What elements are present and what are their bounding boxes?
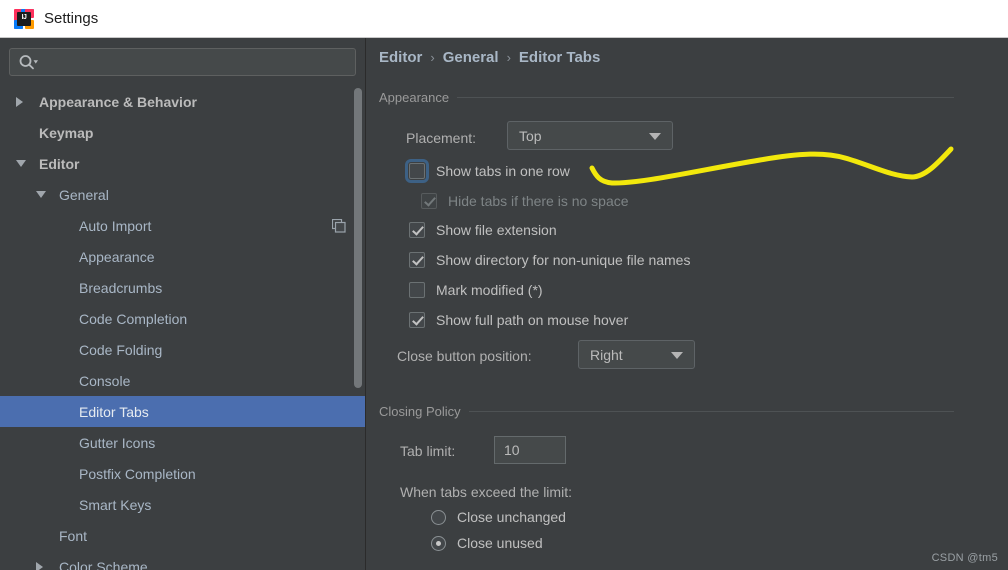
checkbox-label: Mark modified (*) — [436, 282, 543, 298]
radio-close-unused[interactable]: Close unused — [431, 535, 543, 551]
sidebar-item-keymap[interactable]: Keymap — [0, 117, 365, 148]
checkbox-show-tabs-in-one-row[interactable]: Show tabs in one row — [405, 159, 570, 183]
when-tabs-exceed-limit-label: When tabs exceed the limit: — [400, 484, 572, 500]
radio-box[interactable] — [431, 509, 446, 525]
sidebar-item-color-scheme[interactable]: Color Scheme — [0, 551, 365, 570]
intellij-idea-logo-icon: IJ — [14, 8, 34, 29]
checkbox-label: Hide tabs if there is no space — [448, 193, 629, 209]
close-button-position-dropdown[interactable]: Right — [578, 340, 695, 369]
breadcrumb-item-general[interactable]: General — [443, 49, 499, 66]
window-titlebar: IJ Settings — [0, 0, 1008, 38]
section-title: Closing Policy — [379, 404, 461, 419]
sidebar-item-editor[interactable]: Editor — [0, 148, 365, 179]
sidebar-item-appearance[interactable]: Appearance — [0, 241, 365, 272]
checkbox-show-file-extension[interactable]: Show file extension — [409, 222, 557, 238]
sidebar-item-label: General — [59, 186, 109, 203]
chevron-right-icon[interactable] — [16, 96, 23, 107]
breadcrumb-separator-icon: › — [506, 50, 511, 65]
checkbox-box[interactable] — [405, 159, 429, 183]
sidebar-item-label: Keymap — [39, 124, 94, 141]
breadcrumb: Editor › General › Editor Tabs — [379, 49, 600, 66]
search-input[interactable] — [42, 49, 352, 75]
tab-limit-label: Tab limit: — [400, 443, 456, 459]
checkbox-box[interactable] — [409, 312, 425, 328]
sidebar-item-smart-keys[interactable]: Smart Keys — [0, 489, 365, 520]
sidebar-scrollbar-thumb[interactable] — [354, 88, 362, 388]
sidebar-item-general[interactable]: General — [0, 179, 365, 210]
section-appearance-header: Appearance — [379, 90, 954, 105]
sidebar-item-label: Breadcrumbs — [79, 279, 163, 296]
sidebar-item-label: Font — [59, 527, 88, 544]
sidebar-item-code-folding[interactable]: Code Folding — [0, 334, 365, 365]
window-title: Settings — [44, 10, 99, 27]
sidebar-item-label: Code Folding — [79, 341, 163, 358]
copy-icon[interactable] — [332, 219, 346, 233]
checkbox-box[interactable] — [409, 282, 425, 298]
sidebar-item-label: Smart Keys — [79, 496, 152, 513]
radio-box[interactable] — [431, 535, 446, 551]
section-divider — [468, 411, 954, 412]
sidebar-item-label: Appearance — [79, 248, 155, 265]
settings-tree[interactable]: Appearance & Behavior Keymap Editor Gene… — [0, 86, 365, 570]
checkbox-box[interactable] — [409, 222, 425, 238]
close-button-position-label: Close button position: — [397, 348, 532, 364]
breadcrumb-item-editor[interactable]: Editor — [379, 49, 422, 66]
breadcrumb-item-editor-tabs: Editor Tabs — [518, 49, 601, 66]
radio-close-unchanged[interactable]: Close unchanged — [431, 509, 566, 525]
radio-label: Close unchanged — [457, 509, 566, 525]
breadcrumb-separator-icon: › — [430, 50, 435, 65]
sidebar-item-label: Code Completion — [79, 310, 188, 327]
sidebar-item-postfix-completion[interactable]: Postfix Completion — [0, 458, 365, 489]
checkbox-box[interactable] — [409, 252, 425, 268]
sidebar-item-editor-tabs[interactable]: Editor Tabs — [0, 396, 365, 427]
checkbox-label: Show directory for non-unique file names — [436, 252, 691, 268]
chevron-right-icon[interactable] — [36, 561, 43, 570]
placement-label: Placement: — [406, 130, 477, 146]
sidebar-item-auto-import[interactable]: Auto Import — [0, 210, 365, 241]
checkbox-label: Show file extension — [436, 222, 557, 238]
sidebar-item-breadcrumbs[interactable]: Breadcrumbs — [0, 272, 365, 303]
checkbox-label: Show full path on mouse hover — [436, 312, 629, 328]
sidebar-item-label: Editor — [39, 155, 80, 172]
settings-sidebar: Appearance & Behavior Keymap Editor Gene… — [0, 38, 366, 570]
search-icon[interactable] — [18, 54, 38, 72]
tab-limit-input[interactable] — [494, 436, 566, 464]
sidebar-item-font[interactable]: Font — [0, 520, 365, 551]
checkbox-hide-tabs-if-no-space: Hide tabs if there is no space — [421, 193, 629, 209]
section-closing-policy-header: Closing Policy — [379, 404, 954, 419]
sidebar-item-label: Console — [79, 372, 131, 389]
sidebar-item-label: Gutter Icons — [79, 434, 156, 451]
checkbox-show-full-path-on-mouse-hover[interactable]: Show full path on mouse hover — [409, 312, 628, 328]
chevron-down-icon[interactable] — [16, 160, 26, 167]
sidebar-item-label: Auto Import — [79, 217, 152, 234]
sidebar-item-gutter-icons[interactable]: Gutter Icons — [0, 427, 365, 458]
chevron-down-icon[interactable] — [671, 351, 683, 359]
sidebar-item-code-completion[interactable]: Code Completion — [0, 303, 365, 334]
watermark: CSDN @tm5 — [931, 552, 998, 564]
checkbox-mark-modified[interactable]: Mark modified (*) — [409, 282, 543, 298]
sidebar-item-appearance-behavior[interactable]: Appearance & Behavior — [0, 86, 365, 117]
sidebar-item-label: Editor Tabs — [79, 403, 149, 420]
checkbox-label: Show tabs in one row — [436, 163, 570, 179]
close-button-position-value: Right — [590, 346, 623, 363]
chevron-down-icon[interactable] — [649, 132, 661, 140]
chevron-down-icon[interactable] — [36, 191, 46, 198]
section-title: Appearance — [379, 90, 450, 105]
sidebar-item-label: Appearance & Behavior — [39, 93, 197, 110]
placement-value: Top — [519, 127, 542, 144]
placement-dropdown[interactable]: Top — [507, 121, 673, 150]
search-field[interactable] — [9, 48, 356, 76]
sidebar-item-label: Postfix Completion — [79, 465, 196, 482]
sidebar-item-console[interactable]: Console — [0, 365, 365, 396]
checkbox-box — [421, 193, 437, 209]
checkbox-show-directory-for-non-unique-file-names[interactable]: Show directory for non-unique file names — [409, 252, 690, 268]
sidebar-item-label: Color Scheme — [59, 558, 148, 570]
radio-label: Close unused — [457, 535, 543, 551]
section-divider — [457, 97, 954, 98]
settings-content-panel: Editor › General › Editor Tabs Appearanc… — [367, 38, 1008, 570]
